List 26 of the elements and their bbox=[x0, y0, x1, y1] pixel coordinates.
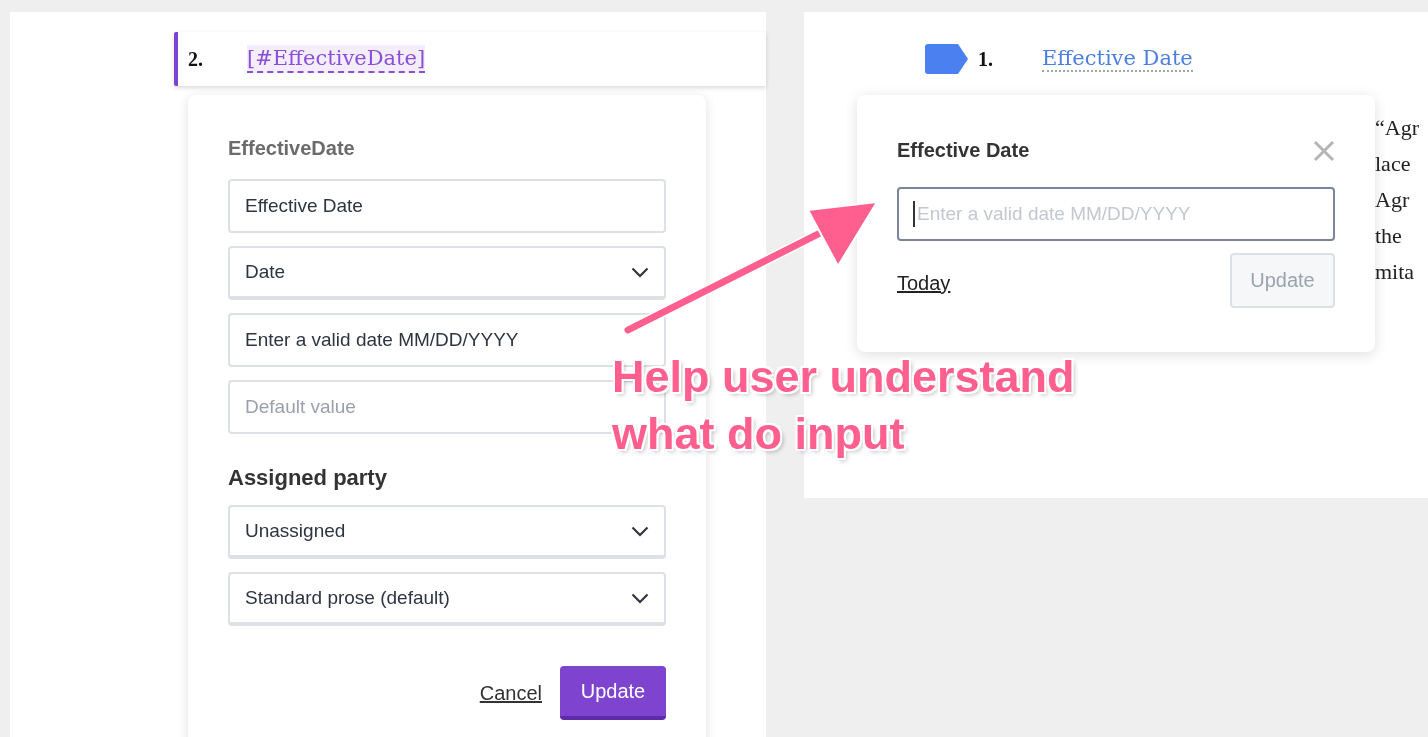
chevron-icon bbox=[631, 266, 649, 278]
tag-icon bbox=[925, 44, 968, 74]
today-link[interactable]: Today bbox=[897, 272, 951, 295]
editor-title: EffectiveDate bbox=[228, 137, 356, 160]
document-text: mita bbox=[1375, 258, 1416, 286]
popover-title: Effective Date bbox=[897, 139, 1030, 162]
close-icon[interactable] bbox=[1313, 139, 1335, 162]
party-dropdown[interactable]: Standard prose (default) bbox=[228, 572, 666, 626]
document-text: “Agr bbox=[1375, 114, 1419, 142]
chevron-icon bbox=[631, 592, 649, 604]
date-input-field[interactable]: Enter a valid date MM/DD/YYYY bbox=[897, 187, 1335, 241]
document-text: Agr bbox=[1375, 186, 1411, 214]
party-dropdown[interactable]: Unassigned bbox=[228, 505, 666, 559]
field-tag[interactable]: [#EffectiveDate] bbox=[247, 45, 426, 73]
update-button[interactable]: Update bbox=[560, 666, 666, 720]
cancel-link[interactable]: Cancel bbox=[479, 681, 542, 705]
type-dropdown[interactable]: Date bbox=[228, 246, 666, 300]
clause-number: 1. bbox=[978, 47, 994, 71]
text-cursor bbox=[913, 201, 915, 227]
document-text: lace bbox=[1375, 150, 1412, 178]
document-text: the bbox=[1375, 222, 1403, 250]
field-link[interactable]: Effective Date bbox=[1042, 46, 1193, 72]
chevron-icon bbox=[631, 525, 649, 537]
section-title: Assigned party bbox=[228, 465, 388, 491]
input-field[interactable]: Effective Date bbox=[228, 179, 666, 233]
clause-number: 2. bbox=[188, 47, 204, 71]
